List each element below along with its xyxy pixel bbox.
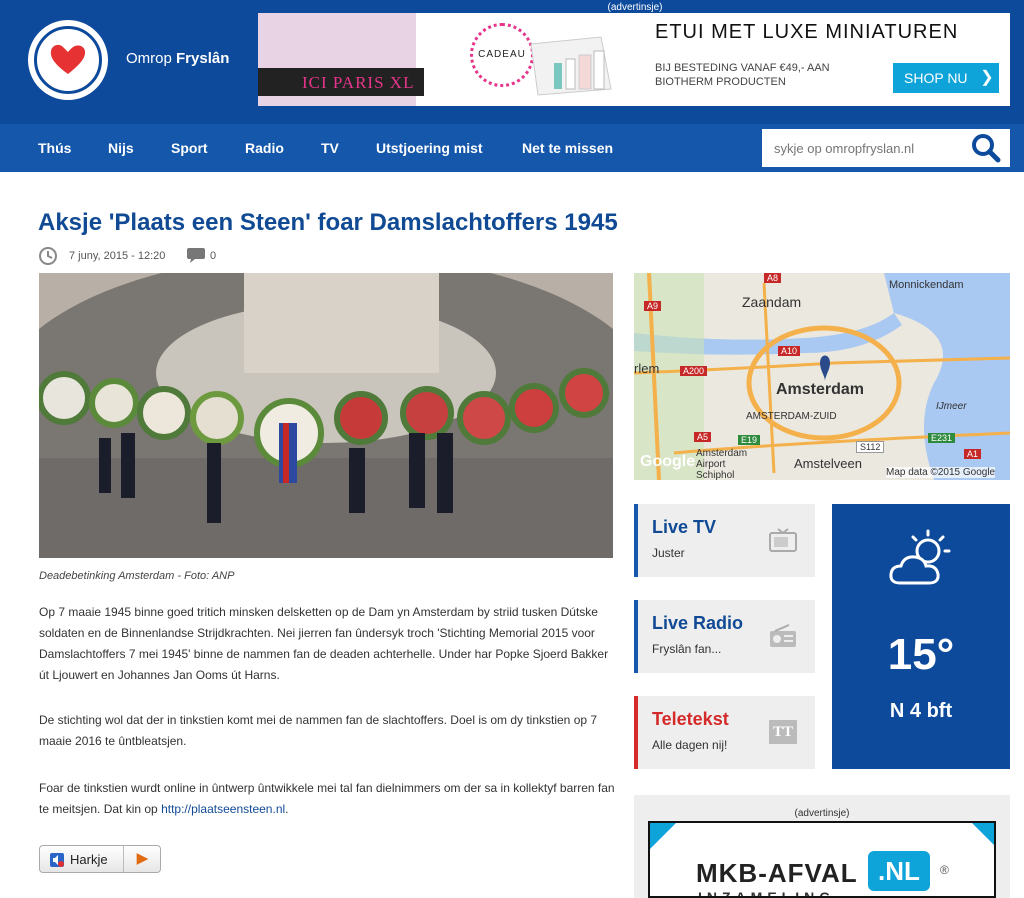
road-a9: A9	[644, 301, 662, 311]
google-logo: Google	[640, 453, 696, 470]
listen-label: Harkje	[70, 852, 108, 867]
brand-prefix: Omrop	[126, 50, 172, 67]
omrop-logo[interactable]	[28, 20, 108, 100]
heart-icon	[50, 44, 86, 74]
map-label-amstelveen: Amstelveen	[794, 456, 862, 471]
radio-icon	[770, 624, 796, 647]
teletekst-subtitle: Alle dagen nij!	[652, 738, 728, 752]
teletekst-title: Teletekst	[652, 709, 729, 729]
live-tv-tile[interactable]: Live TV Juster	[634, 504, 815, 577]
live-radio-subtitle: Fryslân fan...	[652, 642, 722, 656]
play-icon	[123, 846, 149, 872]
chevron-right-icon: ❯	[980, 69, 994, 86]
tv-icon	[769, 528, 797, 552]
tile-accent-bar	[634, 600, 638, 673]
live-tv-subtitle: Juster	[652, 546, 685, 560]
teletekst-icon: TT	[769, 720, 797, 744]
map-label-monnickendam: Monnickendam	[889, 279, 964, 291]
mkb-afval-nl-badge: .NL	[868, 851, 930, 891]
live-tv-title: Live TV	[652, 517, 717, 537]
search-box	[762, 129, 1010, 167]
road-e19: E19	[738, 435, 761, 445]
clock-icon	[39, 247, 57, 265]
map-label-schiphol: Amsterdam Airport Schiphol	[696, 448, 748, 480]
road-a200: A200	[680, 366, 708, 376]
brand-bold: Fryslân	[176, 50, 230, 67]
article-paragraph-1: Op 7 maaie 1945 binne goed tritich minsk…	[39, 605, 609, 682]
nav-item-utstjoering-mist[interactable]: Utstjoering mist	[376, 140, 483, 156]
brand-name[interactable]: Omrop Fryslân	[126, 50, 229, 67]
road-a1: A1	[964, 449, 982, 459]
map-label-ijmeer: IJmeer	[936, 401, 967, 412]
nav-item-sport[interactable]: Sport	[171, 140, 208, 156]
live-radio-tile[interactable]: Live Radio Fryslân fan...	[634, 600, 815, 673]
paragraph-3-text: Foar de tinkstien wurdt online in ûntwer…	[39, 781, 615, 816]
nav-item-net-te-missen[interactable]: Net te missen	[522, 140, 613, 156]
mkb-afval-subtitle: INZAMELING	[698, 889, 836, 898]
tile-accent-bar	[634, 696, 638, 769]
partly-cloudy-icon	[889, 529, 951, 585]
map-label-haarlem: rlem	[634, 361, 660, 376]
road-s112: S112	[856, 441, 885, 453]
side-ad-label: (advertinsje)	[794, 808, 850, 819]
top-ad-banner[interactable]: ICI PARIS XL CADEAU ETUI MET LUXE MINIAT…	[258, 13, 1010, 106]
ad-title: ETUI MET LUXE MINIATUREN	[655, 21, 959, 43]
road-a8: A8	[764, 273, 782, 283]
paragraph-3-end: .	[285, 802, 289, 816]
teletekst-tile[interactable]: Teletekst Alle dagen nij! TT	[634, 696, 815, 769]
map-label-amsterdam-zuid: AMSTERDAM-ZUID	[746, 411, 837, 422]
map-attribution: Map data ©2015 Google	[886, 467, 996, 478]
memorial-photo	[39, 273, 613, 558]
comment-icon[interactable]	[186, 245, 206, 265]
article-paragraph-3: Foar de tinkstien wurdt online in ûntwer…	[39, 778, 619, 820]
nav-item-nijs[interactable]: Nijs	[108, 140, 134, 156]
photo-caption: Deadebetinking Amsterdam - Foto: ANP	[39, 570, 235, 582]
location-map[interactable]: Zaandam Monnickendam rlem Amsterdam AMST…	[634, 273, 1010, 480]
speaker-icon	[50, 853, 64, 867]
map-label-zaandam: Zaandam	[742, 294, 802, 310]
shop-now-button[interactable]: SHOP NU ❯	[893, 63, 999, 93]
nav-item-radio[interactable]: Radio	[245, 140, 284, 156]
side-ad-banner[interactable]: MKB-AFVAL .NL ® INZAMELING	[648, 821, 996, 898]
shop-now-label: SHOP NU	[904, 70, 968, 86]
weather-wind: N 4 bft	[889, 700, 953, 722]
road-a5: A5	[694, 432, 712, 442]
tile-accent-bar	[634, 504, 638, 577]
listen-button[interactable]: Harkje	[39, 845, 161, 873]
weather-widget[interactable]: 15° N 4 bft	[832, 504, 1010, 769]
ad-label: (advertinsje)	[607, 2, 663, 13]
map-graphic	[634, 273, 1010, 480]
article-paragraph-2: De stichting wol dat der in tinkstien ko…	[39, 713, 598, 748]
nav-item-tv[interactable]: TV	[321, 140, 339, 156]
search-icon[interactable]	[970, 133, 1002, 163]
side-ad[interactable]: (advertinsje) MKB-AFVAL .NL ® INZAMELING	[634, 795, 1010, 898]
ad-cadeau-badge: CADEAU	[470, 23, 534, 87]
weather-temperature: 15°	[887, 630, 955, 679]
plaatseensteen-link[interactable]: http://plaatseensteen.nl	[161, 802, 285, 816]
road-a10: A10	[778, 346, 801, 356]
comment-count[interactable]: 0	[210, 250, 216, 262]
mkb-afval-logo: MKB-AFVAL	[696, 858, 858, 888]
live-radio-title: Live Radio	[652, 613, 744, 633]
article-title: Aksje 'Plaats een Steen' foar Damslachto…	[38, 209, 618, 236]
article-date: 7 juny, 2015 - 12:20	[69, 250, 166, 262]
article-photo	[39, 273, 613, 558]
site-header: Omrop Fryslân (advertinsje) ICI PARIS XL…	[0, 0, 1024, 124]
ad-subtitle: BIJ BESTEDING VANAF €49,- AAN BIOTHERM P…	[655, 62, 830, 88]
ad-product-image	[530, 36, 612, 96]
nav-item-thus[interactable]: Thús	[38, 140, 71, 156]
search-input[interactable]	[762, 129, 962, 167]
registered-mark: ®	[940, 863, 949, 877]
map-label-amsterdam: Amsterdam	[776, 381, 865, 398]
ad-ici-logo: ICI PARIS XL	[258, 68, 424, 96]
road-e231: E231	[928, 433, 956, 443]
